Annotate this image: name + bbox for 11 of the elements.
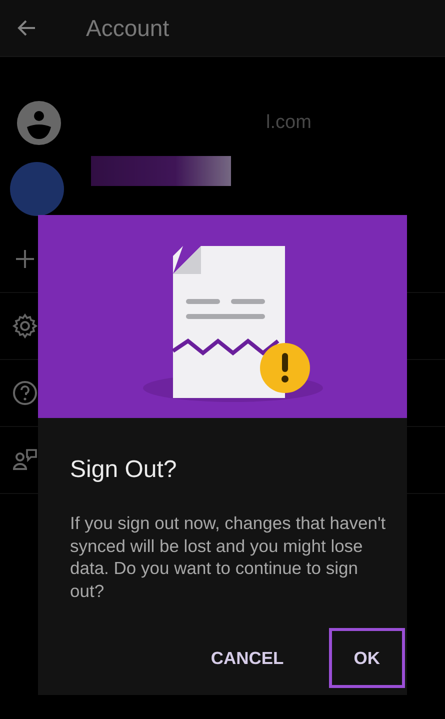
cancel-button[interactable]: CANCEL bbox=[186, 628, 309, 688]
screen-title: Account bbox=[86, 14, 170, 42]
settings-icon[interactable] bbox=[12, 313, 38, 339]
email-text: l.com bbox=[266, 112, 312, 134]
feedback-icon[interactable] bbox=[12, 447, 38, 473]
avatar bbox=[10, 162, 64, 216]
help-icon[interactable] bbox=[12, 380, 38, 406]
account-icon bbox=[16, 100, 62, 146]
confirm-button[interactable]: OK bbox=[328, 628, 405, 688]
dialog-title: Sign Out? bbox=[70, 456, 178, 484]
dialog-message: If you sign out now, changes that haven't synced will be lost and you might lose data. Do you want to continue to sign out? bbox=[70, 512, 387, 602]
